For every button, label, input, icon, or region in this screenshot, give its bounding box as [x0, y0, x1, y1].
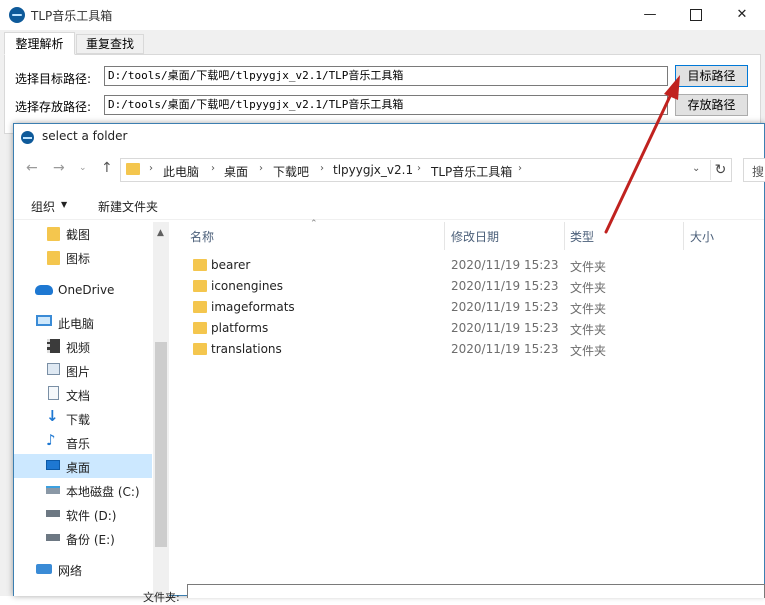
- column-divider[interactable]: [444, 222, 445, 250]
- column-divider[interactable]: [683, 222, 684, 250]
- folder-icon: [47, 251, 60, 265]
- nav-item-this-pc[interactable]: 此电脑: [58, 315, 94, 332]
- store-path-label: 选择存放路径:: [15, 100, 92, 114]
- file-date: 2020/11/19 15:23: [451, 321, 559, 335]
- breadcrumb-separator-icon: ›: [320, 163, 324, 174]
- file-type: 文件夹: [570, 302, 607, 316]
- file-name[interactable]: bearer: [211, 258, 250, 272]
- file-name[interactable]: translations: [211, 342, 282, 356]
- sort-ascending-icon: ⌃: [310, 219, 318, 229]
- back-arrow-icon[interactable]: ←: [26, 160, 38, 176]
- folder-icon: [193, 259, 207, 271]
- folder-icon: [193, 322, 207, 334]
- target-path-input[interactable]: D:/tools/桌面/下载吧/tlpyygjx_v2.1/TLP音乐工具箱: [104, 66, 668, 86]
- nav-item-drive-d[interactable]: 软件 (D:): [66, 507, 116, 524]
- file-date: 2020/11/19 15:23: [451, 279, 559, 293]
- breadcrumb-tlp-toolbox[interactable]: TLP音乐工具箱: [431, 163, 512, 180]
- breadcrumb-tlpyygjx[interactable]: tlpyygjx_v2.1: [333, 163, 413, 177]
- nav-item-onedrive[interactable]: OneDrive: [58, 283, 114, 297]
- breadcrumb-separator-icon: ›: [211, 163, 215, 174]
- minimize-button[interactable]: —: [627, 0, 673, 30]
- organize-caret-icon[interactable]: ▼: [61, 200, 67, 209]
- nav-item-desktop[interactable]: 桌面: [66, 459, 90, 476]
- file-type: 文件夹: [570, 323, 607, 337]
- desktop-icon: [46, 460, 60, 470]
- address-dropdown-chevron-icon[interactable]: ⌄: [692, 163, 700, 174]
- file-date: 2020/11/19 15:23: [451, 258, 559, 272]
- refresh-icon[interactable]: ↻: [710, 160, 730, 180]
- target-path-label: 选择目标路径:: [15, 72, 92, 86]
- store-path-button[interactable]: 存放路径: [675, 94, 748, 116]
- organize-button[interactable]: 组织: [31, 198, 55, 215]
- nav-item-screenshots[interactable]: 截图: [66, 226, 90, 243]
- drive-icon: [46, 510, 60, 517]
- nav-item-videos[interactable]: 视频: [66, 339, 90, 356]
- nav-item-pictures[interactable]: 图片: [66, 363, 90, 380]
- dialog-logo-icon: [21, 131, 34, 144]
- up-arrow-icon[interactable]: ↑: [101, 160, 113, 176]
- close-button[interactable]: ✕: [719, 0, 765, 30]
- target-path-button[interactable]: 目标路径: [675, 65, 748, 87]
- column-divider[interactable]: [564, 222, 565, 250]
- computer-icon: [36, 315, 52, 326]
- nav-item-drive-e[interactable]: 备份 (E:): [66, 531, 115, 548]
- music-icon: ♪: [46, 431, 56, 449]
- folder-name-label: 文件夹:: [143, 591, 180, 604]
- network-icon: [36, 564, 52, 574]
- file-type: 文件夹: [570, 281, 607, 295]
- file-name[interactable]: iconengines: [211, 279, 283, 293]
- document-icon: [48, 386, 59, 400]
- breadcrumb-separator-icon: ›: [149, 163, 153, 174]
- breadcrumb-download8[interactable]: 下载吧: [273, 163, 309, 180]
- nav-item-music[interactable]: 音乐: [66, 435, 90, 452]
- column-header-size[interactable]: 大小: [690, 228, 714, 245]
- tab-organize-parse[interactable]: 整理解析: [4, 32, 75, 55]
- drive-icon: [46, 534, 60, 541]
- breadcrumb-separator-icon: ›: [518, 163, 522, 174]
- search-placeholder: 搜: [752, 165, 765, 179]
- address-folder-icon: [126, 163, 140, 175]
- folder-icon: [193, 280, 207, 292]
- column-header-modified[interactable]: 修改日期: [451, 228, 499, 245]
- nav-item-documents[interactable]: 文档: [66, 387, 90, 404]
- file-date: 2020/11/19 15:23: [451, 300, 559, 314]
- dialog-title: select a folder: [42, 129, 128, 143]
- maximize-button[interactable]: [673, 0, 719, 30]
- cloud-icon: [35, 285, 53, 295]
- download-icon: ↓: [46, 407, 59, 425]
- forward-arrow-icon[interactable]: →: [53, 160, 65, 176]
- recent-locations-chevron-icon[interactable]: ⌄: [79, 163, 87, 173]
- store-path-input[interactable]: D:/tools/桌面/下载吧/tlpyygjx_v2.1/TLP音乐工具箱: [104, 95, 668, 115]
- nav-item-drive-c[interactable]: 本地磁盘 (C:): [66, 483, 140, 500]
- nav-item-icons[interactable]: 图标: [66, 250, 90, 267]
- new-folder-button[interactable]: 新建文件夹: [98, 198, 158, 215]
- nav-item-network[interactable]: 网络: [58, 562, 82, 579]
- folder-icon: [193, 301, 207, 313]
- breadcrumb-separator-icon: ›: [417, 163, 421, 174]
- breadcrumb-this-pc[interactable]: 此电脑: [163, 163, 199, 180]
- app-title: TLP音乐工具箱: [31, 9, 113, 23]
- tab-duplicate-find[interactable]: 重复查找: [76, 34, 144, 54]
- folder-icon: [47, 227, 60, 241]
- video-icon: [47, 339, 60, 353]
- column-header-type[interactable]: 类型: [570, 228, 594, 245]
- maximize-icon: [690, 8, 702, 21]
- breadcrumb-separator-icon: ›: [259, 163, 263, 174]
- file-name[interactable]: imageformats: [211, 300, 295, 314]
- file-type: 文件夹: [570, 344, 607, 358]
- nav-scroll-thumb[interactable]: [155, 342, 167, 547]
- file-date: 2020/11/19 15:23: [451, 342, 559, 356]
- folder-icon: [193, 343, 207, 355]
- file-name[interactable]: platforms: [211, 321, 268, 335]
- drive-icon: [46, 486, 60, 494]
- app-logo-icon: [9, 7, 25, 23]
- scroll-up-arrow-icon[interactable]: ▲: [157, 228, 164, 238]
- column-header-name[interactable]: 名称: [190, 228, 214, 245]
- breadcrumb-desktop[interactable]: 桌面: [224, 163, 248, 180]
- nav-item-downloads[interactable]: 下载: [66, 411, 90, 428]
- file-type: 文件夹: [570, 260, 607, 274]
- picture-icon: [47, 363, 60, 375]
